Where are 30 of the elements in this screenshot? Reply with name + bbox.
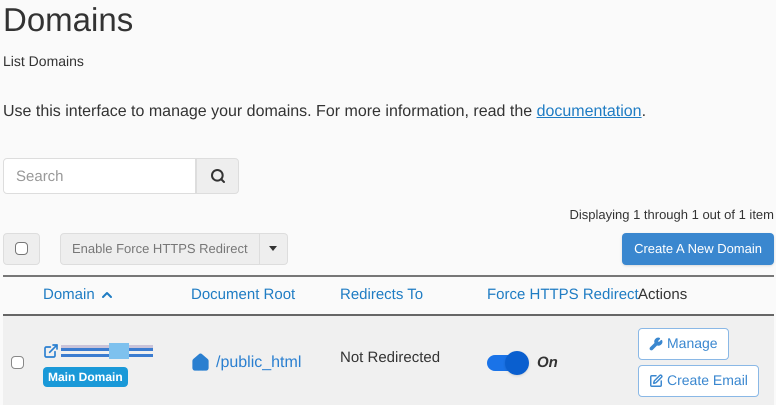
column-header: Actions: [638, 284, 688, 305]
page-title: Domains: [3, 0, 134, 40]
folder-path-link[interactable]: /public_html: [191, 350, 302, 374]
search-button[interactable]: [196, 158, 239, 194]
bulk-action-dropdown[interactable]: [260, 232, 288, 264]
documentation-link[interactable]: documentation: [536, 103, 642, 120]
main-domain-badge: Main Domain: [43, 366, 128, 386]
column-header-link[interactable]: Redirects To: [340, 284, 424, 306]
column-header-link[interactable]: Force HTTPS Redirect: [487, 284, 639, 306]
row-checkbox[interactable]: [11, 356, 24, 368]
search-icon: [210, 168, 226, 184]
select-all-checkbox-button[interactable]: [3, 232, 40, 264]
intro-text: Use this interface to manage your domains. For more information, read the documentation.: [3, 102, 646, 122]
column-header-link[interactable]: Domain: [43, 284, 115, 306]
external-link-icon[interactable]: [43, 342, 59, 358]
page-subtitle: List Domains: [3, 52, 84, 71]
caret-icon: [269, 246, 278, 251]
redirect-status: Not Redirected: [340, 348, 440, 368]
create-domain-button[interactable]: Create A New Domain: [622, 232, 774, 264]
create-email-button[interactable]: Create Email: [638, 364, 759, 396]
edit-icon: [649, 374, 663, 388]
manage-button[interactable]: Manage: [638, 328, 729, 360]
bulk-action-button[interactable]: Enable Force HTTPS Redirect: [60, 232, 260, 264]
wrench-icon: [649, 336, 663, 350]
checkbox[interactable]: [15, 242, 28, 255]
search-field[interactable]: Search: [3, 158, 196, 194]
column-header-link[interactable]: Document Root: [191, 284, 296, 306]
toggle-state-label: On: [537, 352, 558, 372]
home-icon: [191, 353, 210, 372]
paging-info: Displaying 1 through 1 out of 1 item: [569, 206, 774, 224]
